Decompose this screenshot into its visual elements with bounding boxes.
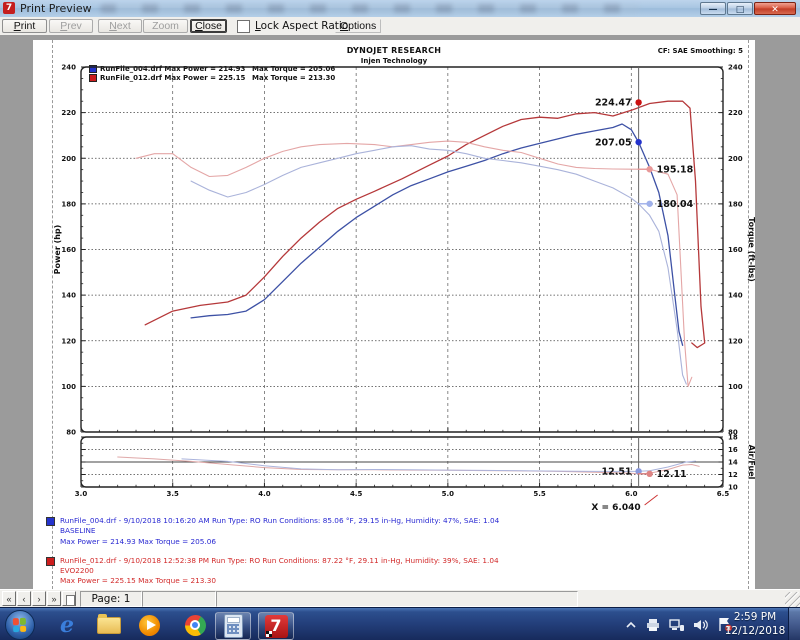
dynojet-title: DYNOJET RESEARCH [33, 46, 755, 55]
toolbar: Print Prev Next Zoom Out Close Lock Aspe… [0, 17, 800, 36]
status-panel-2 [142, 591, 216, 607]
run1-marker-icon [89, 65, 97, 73]
explorer-folder-icon[interactable] [92, 612, 126, 638]
media-player-icon[interactable] [132, 612, 166, 638]
run2-info: RunFile_012.drf - 9/10/2018 12:52:38 PM … [46, 556, 499, 587]
status-bar: « ‹ › » Page: 1 [0, 589, 800, 608]
chart-legend: RunFile_004.drf Max Power = 214.93 Max T… [89, 64, 335, 82]
legend-row-run2: RunFile_012.drf Max Power = 225.15 Max T… [89, 73, 335, 82]
run2-file-icon [46, 557, 55, 566]
status-panel-3 [216, 591, 578, 607]
legend-row-run1: RunFile_004.drf Max Power = 214.93 Max T… [89, 64, 335, 73]
run1-conditions: RunFile_004.drf - 9/10/2018 10:16:20 AM … [60, 516, 499, 526]
report-page: DYNOJET RESEARCH Injen Technology CF: SA… [33, 40, 755, 589]
app-icon: 7 [3, 2, 15, 14]
prev-button[interactable]: Prev [49, 19, 93, 33]
run1-maxima: Max Power = 214.93 Max Torque = 205.06 [60, 537, 499, 547]
run1-label: BASELINE [60, 526, 499, 536]
prev-page-button[interactable]: ‹ [17, 591, 31, 606]
lock-aspect-checkbox[interactable] [237, 20, 250, 33]
run2-label: EVO2200 [60, 566, 499, 576]
network-icon[interactable] [669, 618, 685, 632]
show-desktop-button[interactable] [788, 608, 800, 640]
next-button[interactable]: Next [98, 19, 142, 33]
resize-grip[interactable] [785, 592, 800, 607]
screen: 7 Print Preview — □ ✕ Print Prev Next Zo… [0, 0, 800, 640]
smoothing-info: CF: SAE Smoothing: 5 [658, 47, 743, 55]
clock-time: 2:59 PM [724, 610, 786, 624]
start-button[interactable] [5, 610, 35, 640]
clock-date: 12/12/2018 [724, 624, 786, 638]
taskbar: e 7 2:59 PM 12/12/2018 [0, 607, 800, 640]
print-preview-area: DYNOJET RESEARCH Injen Technology CF: SA… [0, 35, 800, 589]
left-margin-guide [52, 40, 53, 589]
last-page-button[interactable]: » [47, 591, 61, 606]
page-icon [66, 595, 75, 606]
minimize-button[interactable]: — [700, 2, 726, 15]
system-tray [621, 608, 737, 640]
internet-explorer-icon[interactable]: e [50, 612, 84, 638]
hidden-icons-arrow[interactable] [625, 620, 637, 630]
options-button[interactable]: Options [335, 19, 381, 33]
page-number-panel: Page: 1 [80, 591, 142, 607]
run2-marker-icon [89, 74, 97, 82]
winpep-dyno-icon[interactable]: 7 [258, 612, 294, 640]
volume-icon[interactable] [693, 618, 709, 632]
calculator-icon[interactable] [215, 612, 251, 640]
run1-info: RunFile_004.drf - 9/10/2018 10:16:20 AM … [46, 516, 499, 547]
taskbar-clock[interactable]: 2:59 PM 12/12/2018 [724, 610, 786, 638]
window-title: Print Preview [20, 2, 92, 15]
page-number: Page: 1 [81, 592, 141, 606]
report-header: DYNOJET RESEARCH Injen Technology [33, 46, 755, 65]
right-margin-guide [748, 40, 749, 589]
run1-file-icon [46, 517, 55, 526]
windows-logo-icon [13, 618, 27, 632]
maximize-button[interactable]: □ [727, 2, 753, 15]
window-titlebar: 7 Print Preview — □ ✕ [0, 0, 800, 18]
run2-conditions: RunFile_012.drf - 9/10/2018 12:52:38 PM … [60, 556, 499, 566]
close-window-button[interactable]: ✕ [754, 2, 796, 15]
printer-icon[interactable] [645, 618, 661, 632]
zoom-out-button[interactable]: Zoom Out [143, 19, 188, 33]
first-page-button[interactable]: « [2, 591, 16, 606]
run2-maxima: Max Power = 225.15 Max Torque = 213.30 [60, 576, 499, 586]
run-info-block: RunFile_004.drf - 9/10/2018 10:16:20 AM … [46, 516, 499, 589]
next-page-button[interactable]: › [32, 591, 46, 606]
print-button[interactable]: Print [2, 19, 47, 33]
page-setup-button[interactable] [62, 591, 76, 606]
blurred-title-path [100, 4, 640, 13]
close-preview-button[interactable]: Close [190, 19, 227, 33]
chrome-icon[interactable] [178, 612, 212, 638]
